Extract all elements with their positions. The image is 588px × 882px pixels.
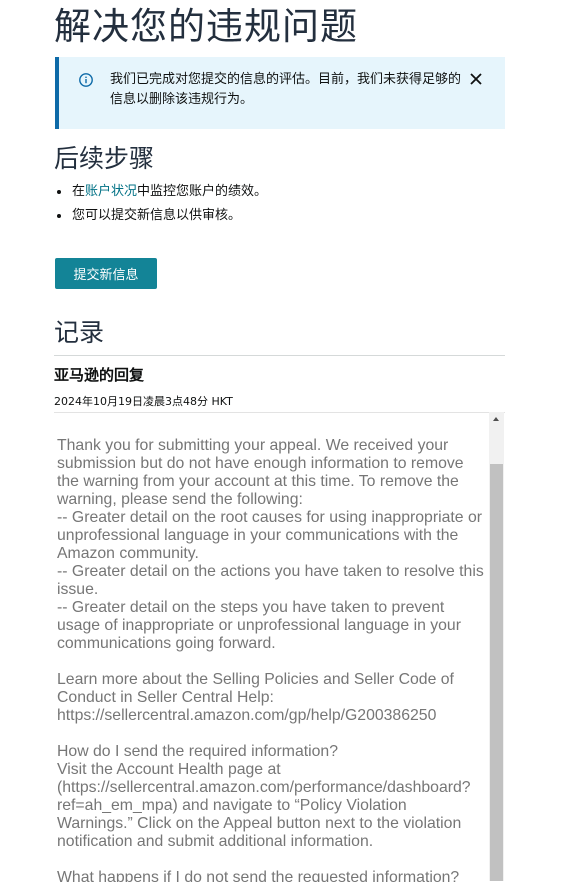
- next-steps-list: 在账户状况中监控您账户的绩效。 您可以提交新信息以供审核。: [54, 181, 267, 229]
- scrollbar[interactable]: [489, 412, 504, 881]
- submit-new-info-button[interactable]: 提交新信息: [55, 258, 157, 289]
- info-icon: [79, 72, 93, 87]
- reply-message-box[interactable]: Thank you for submitting your appeal. We…: [54, 412, 505, 882]
- next-steps-heading: 后续步骤: [54, 144, 155, 173]
- reply-title: 亚马逊的回复: [54, 366, 145, 384]
- step-prefix: 在: [72, 184, 86, 199]
- scrollbar-thumb[interactable]: [490, 464, 503, 881]
- divider: [54, 355, 505, 356]
- reply-message-text: Thank you for submitting your appeal. We…: [57, 437, 484, 882]
- list-item: 在账户状况中监控您账户的绩效。: [54, 181, 267, 205]
- alert-message: 我们已完成对您提交的信息的评估。目前，我们未获得足够的信息以删除该违规行为。: [110, 72, 462, 107]
- step-suffix: 中监控您账户的绩效。: [137, 184, 268, 199]
- step-text: 您可以提交新信息以供审核。: [72, 208, 242, 223]
- list-item: 您可以提交新信息以供审核。: [54, 205, 267, 229]
- account-health-link[interactable]: 账户状况: [85, 184, 137, 199]
- info-alert: 我们已完成对您提交的信息的评估。目前，我们未获得足够的信息以删除该违规行为。: [55, 57, 505, 129]
- bullet: [57, 214, 61, 218]
- records-heading: 记录: [54, 318, 105, 347]
- bullet: [57, 190, 61, 194]
- scroll-up-arrow-icon[interactable]: [489, 412, 504, 428]
- reply-timestamp: 2024年10月19日凌晨3点48分 HKT: [54, 395, 233, 408]
- close-icon[interactable]: [468, 71, 484, 87]
- page-title: 解决您的违规问题: [54, 5, 358, 48]
